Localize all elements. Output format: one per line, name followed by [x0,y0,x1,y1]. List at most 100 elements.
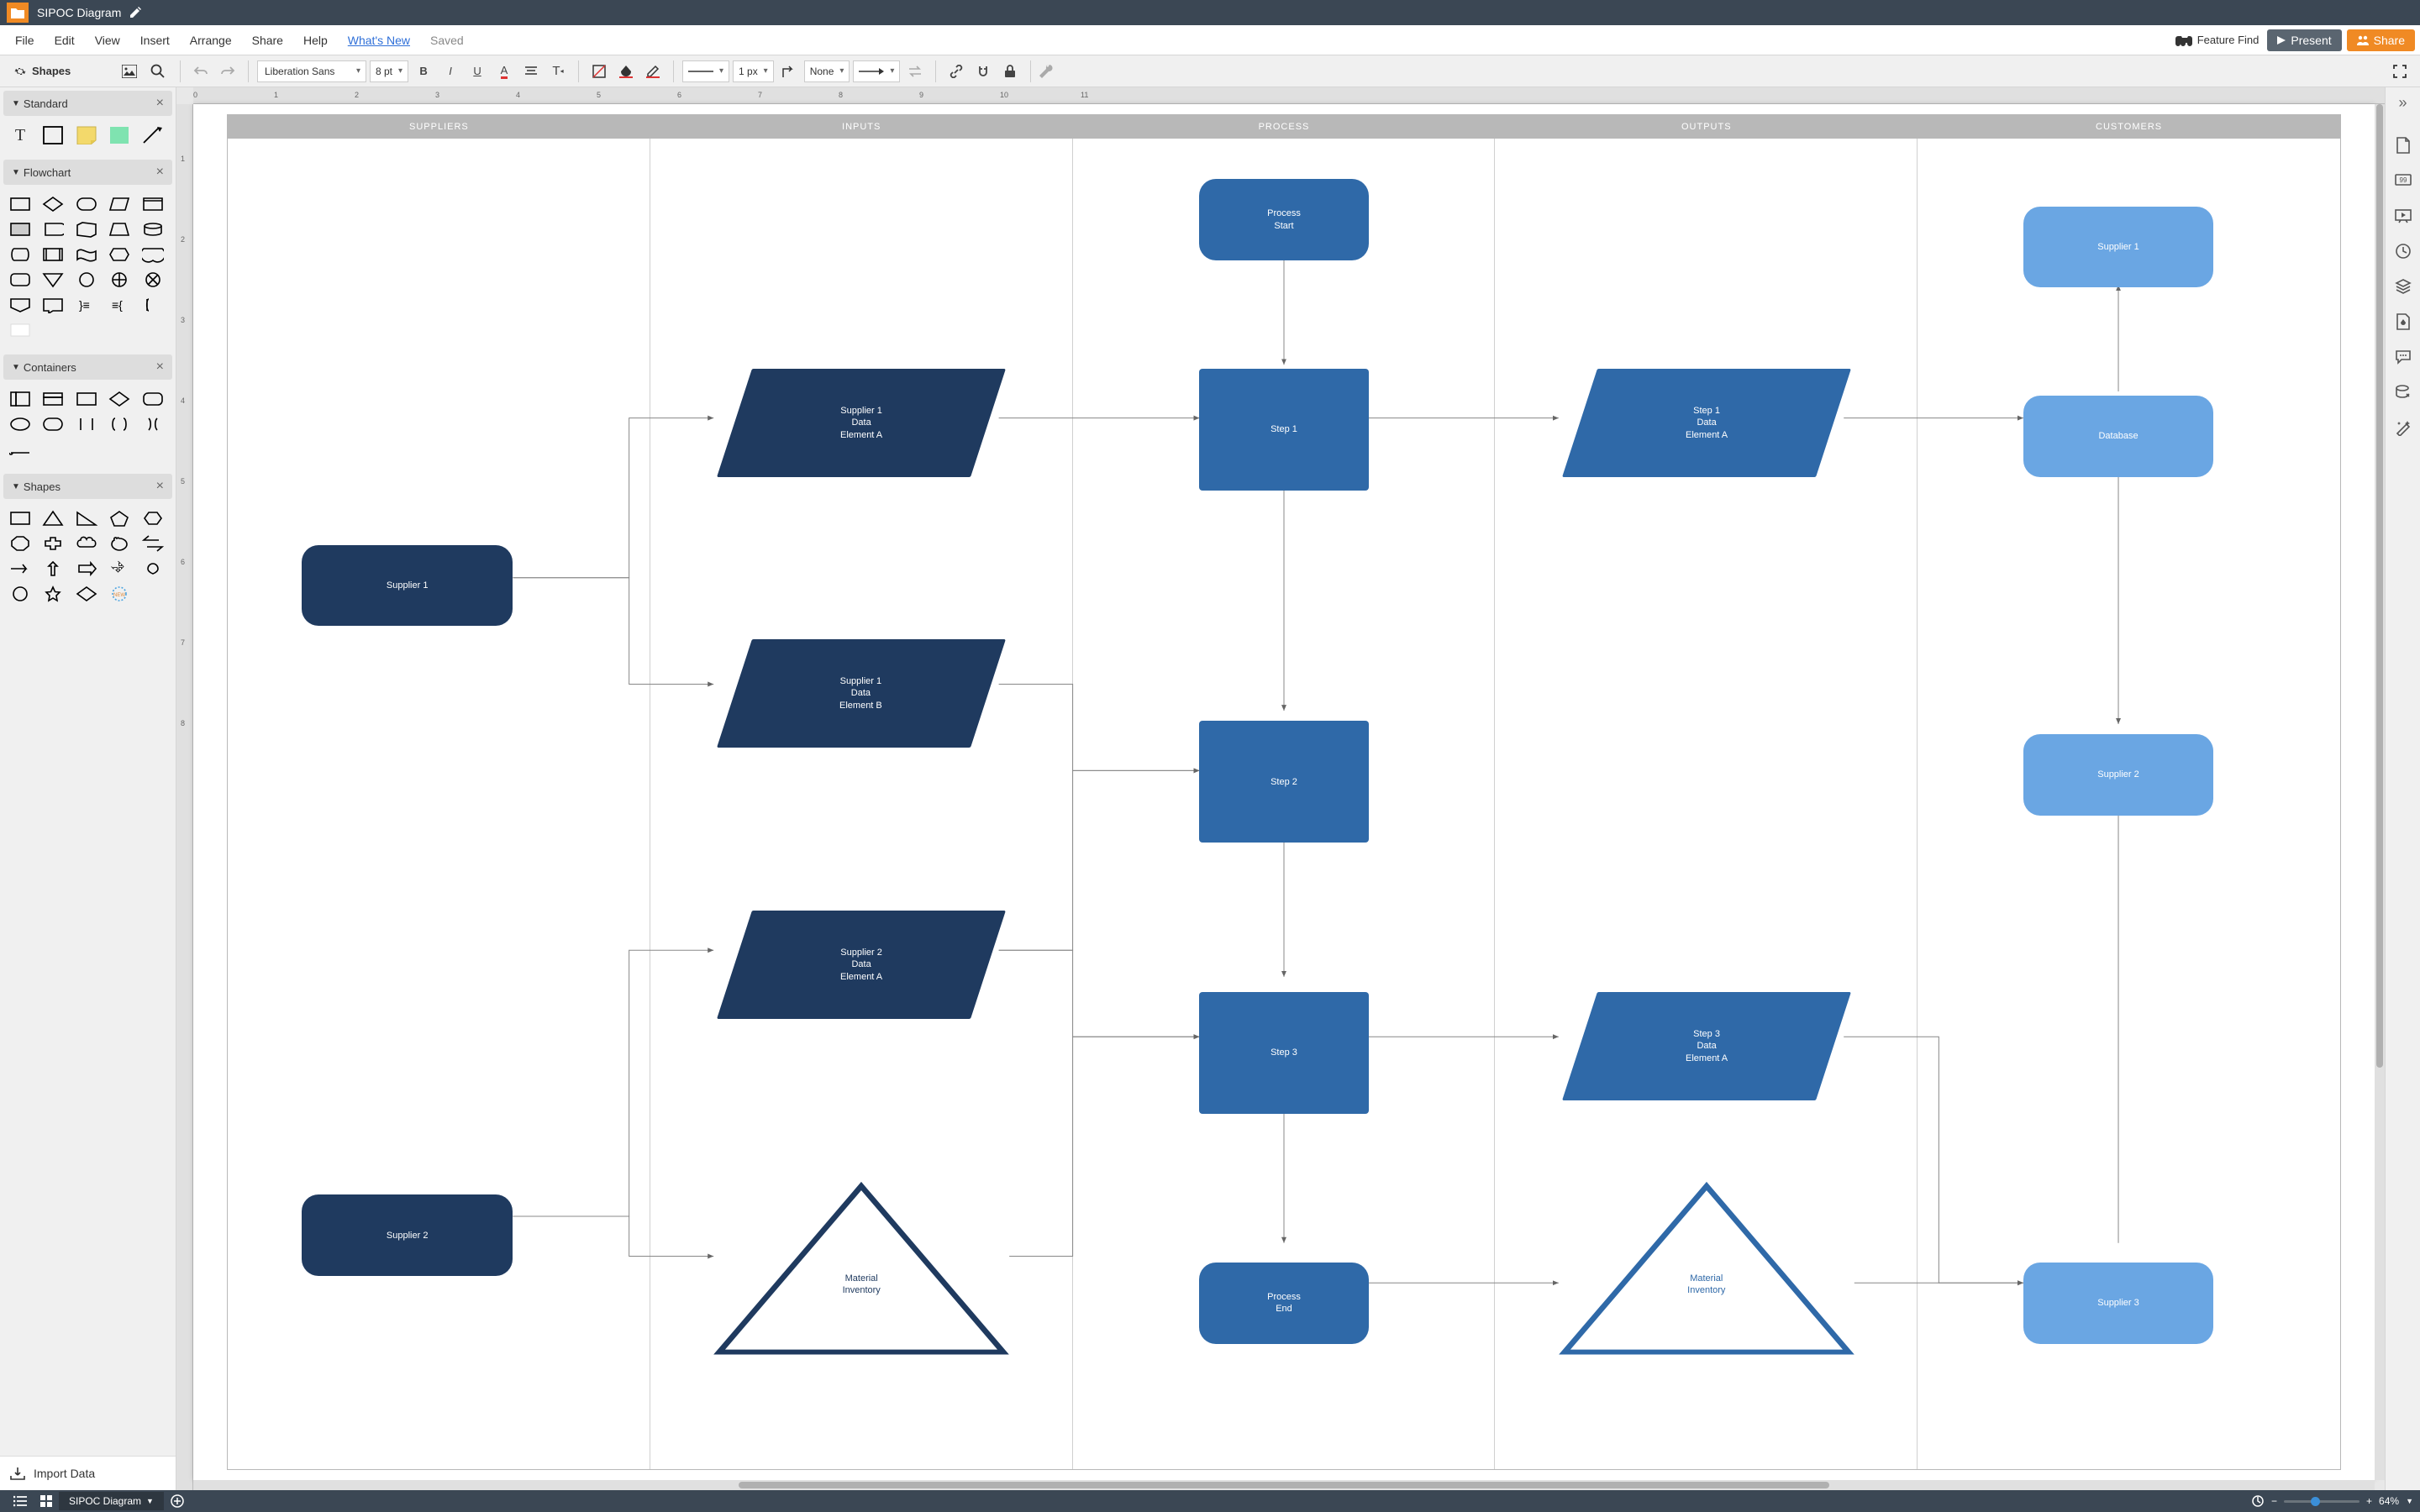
node-customer-2[interactable]: Supplier 2 [2023,734,2213,816]
data-icon[interactable] [2393,382,2413,402]
shape-item[interactable] [139,507,166,529]
section-flowchart[interactable]: ▼ Flowchart × [3,160,172,185]
shape-item[interactable] [106,533,133,554]
zoom-out-button[interactable]: − [2271,1495,2277,1507]
fullscreen-button[interactable] [2388,60,2412,83]
menu-share[interactable]: Share [242,29,293,52]
shape-item[interactable] [7,533,34,554]
shape-item[interactable] [106,558,133,580]
node-customer-1[interactable]: Supplier 1 [2023,207,2213,288]
zoom-in-button[interactable]: + [2366,1495,2372,1507]
wrench-button[interactable] [1034,60,1058,83]
section-containers[interactable]: ▼ Containers × [3,354,172,380]
undo-button[interactable] [189,60,213,83]
shape-item[interactable] [39,533,66,554]
scrollbar-horizontal[interactable] [193,1480,2375,1490]
theme-icon[interactable] [2393,312,2413,332]
shape-item[interactable] [106,388,133,410]
canvas-area[interactable]: 01234567891011 12345678 SUPPLIERS INPUTS… [176,87,2385,1490]
font-select[interactable]: Liberation Sans [257,60,366,82]
close-icon[interactable]: × [156,360,164,375]
border-color-button[interactable] [641,60,665,83]
add-page-button[interactable] [164,1493,191,1509]
close-icon[interactable]: × [156,165,164,180]
magic-icon[interactable] [2393,417,2413,438]
shape-item[interactable] [7,319,34,341]
collapse-panel-icon[interactable]: » [2398,94,2407,112]
menu-view[interactable]: View [85,29,130,52]
shape-item[interactable]: }≡ [73,294,100,316]
import-data-button[interactable]: Import Data [0,1456,176,1490]
grid-view-icon[interactable] [34,1494,59,1509]
shape-item[interactable] [73,507,100,529]
lock-button[interactable] [998,60,1022,83]
shape-item[interactable] [73,533,100,554]
node-database[interactable]: Database [2023,396,2213,477]
shape-item[interactable] [139,413,166,435]
node-output-material[interactable]: MaterialInventory [1559,1181,1854,1357]
shapes-toggle[interactable]: Shapes [7,61,77,81]
shape-item[interactable] [73,218,100,240]
folder-icon[interactable] [7,3,29,23]
present-button[interactable]: Present [2267,29,2341,51]
sipoc-container[interactable]: SUPPLIERS INPUTS PROCESS OUTPUTS CUSTOME… [227,114,2341,1470]
shape-item[interactable] [106,507,133,529]
share-button[interactable]: Share [2347,29,2415,51]
shape-item[interactable] [7,269,34,291]
shape-item[interactable] [7,413,34,435]
shape-item[interactable] [39,218,66,240]
line-width-select[interactable]: 1 px [733,60,774,82]
shape-item[interactable] [106,244,133,265]
shape-item[interactable] [7,438,34,460]
page-tab[interactable]: SIPOC Diagram▼ [59,1492,164,1510]
shape-item[interactable] [39,388,66,410]
node-step-1[interactable]: Step 1 [1199,369,1368,491]
fill-color-button[interactable] [614,60,638,83]
line-shape[interactable] [139,124,166,146]
shape-item[interactable] [39,244,66,265]
text-color-button[interactable]: A [492,60,516,83]
page-icon[interactable] [2393,135,2413,155]
shape-item[interactable] [39,413,66,435]
shape-item[interactable] [39,269,66,291]
menu-insert[interactable]: Insert [130,29,180,52]
search-icon[interactable] [146,60,170,83]
chat-icon[interactable] [2393,347,2413,367]
shape-item[interactable] [7,218,34,240]
shape-item[interactable] [139,244,166,265]
shape-item[interactable] [7,583,34,605]
node-step-3[interactable]: Step 3 [1199,992,1368,1114]
node-output-s1a[interactable]: Step 1DataElement A [1562,369,1851,477]
presentation-icon[interactable] [2393,206,2413,226]
section-shapes[interactable]: ▼ Shapes × [3,474,172,499]
canvas[interactable]: SUPPLIERS INPUTS PROCESS OUTPUTS CUSTOME… [193,104,2375,1480]
shape-item[interactable] [73,558,100,580]
menu-arrange[interactable]: Arrange [180,29,242,52]
layers-icon[interactable] [2393,276,2413,297]
shape-item[interactable] [139,388,166,410]
node-input-s1a[interactable]: Supplier 1DataElement A [717,369,1006,477]
zoom-label[interactable]: 64% [2379,1495,2399,1507]
menu-edit[interactable]: Edit [45,29,85,52]
shape-item[interactable] [39,294,66,316]
shape-item[interactable] [7,244,34,265]
close-icon[interactable]: × [156,479,164,494]
list-view-icon[interactable] [7,1494,34,1509]
comment-icon[interactable]: 99 [2393,171,2413,191]
shape-item[interactable] [139,193,166,215]
node-customer-3[interactable]: Supplier 3 [2023,1263,2213,1344]
shape-item[interactable]: NEW [106,583,133,605]
sync-icon[interactable] [2244,1493,2271,1509]
shape-item[interactable] [106,193,133,215]
shape-item[interactable]: ≡{ [106,294,133,316]
arrow-end-select[interactable] [853,60,900,82]
font-size-select[interactable]: 8 pt [370,60,408,82]
text-options-button[interactable]: T◂ [546,60,570,83]
node-output-s3a[interactable]: Step 3DataElement A [1562,992,1851,1100]
document-title[interactable]: SIPOC Diagram [37,6,121,19]
shape-item[interactable] [39,558,66,580]
shape-item[interactable] [73,388,100,410]
shape-item[interactable] [7,507,34,529]
section-standard[interactable]: ▼ Standard × [3,91,172,116]
feature-find[interactable]: Feature Find [2167,30,2268,50]
